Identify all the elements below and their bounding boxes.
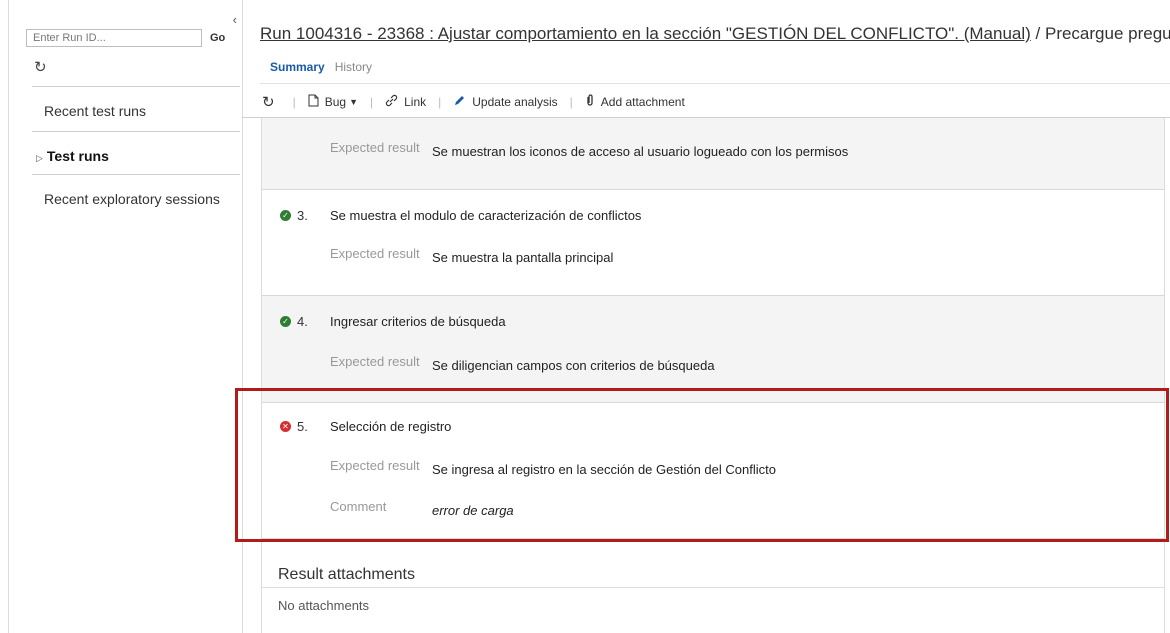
toolbar-separator: | [438, 95, 442, 109]
test-step: Expected result Se muestran los iconos d… [262, 118, 1164, 190]
run-title-link[interactable]: Run 1004316 - 23368 : Ajustar comportami… [260, 24, 1031, 43]
add-attachment-button[interactable]: Add attachment [585, 94, 685, 110]
sidebar-item-label: Recent exploratory sessions [44, 191, 220, 207]
caret-right-icon: ▷ [36, 153, 43, 163]
sidebar-item-recent-exploratory-sessions[interactable]: Recent exploratory sessions [44, 191, 220, 207]
link-button[interactable]: Link [385, 94, 426, 110]
toolbar-separator: | [292, 95, 296, 109]
divider [32, 86, 240, 87]
step-number-text: 4. [297, 314, 308, 329]
toolbar-separator: | [569, 95, 573, 109]
expected-result-label: Expected result [330, 246, 420, 261]
tab-history[interactable]: History [335, 60, 372, 74]
sidebar: ‹ Go ↻ Recent test runs ▷Test runs Recen… [8, 0, 243, 633]
step-number: ✓ 4. [280, 314, 308, 329]
refresh-button[interactable]: ↻ [262, 93, 281, 111]
update-analysis-label: Update analysis [472, 95, 558, 109]
expected-result-label: Expected result [330, 140, 420, 155]
bug-button[interactable]: Bug ▼ [308, 94, 358, 110]
expected-result-value: Se muestra la pantalla principal [432, 250, 614, 265]
test-step: ✓ 3. Se muestra el modulo de caracterizac… [262, 190, 1164, 296]
page-title: Run 1004316 - 23368 : Ajustar comportami… [260, 24, 1170, 44]
toolbar: ↻ | Bug ▼ | Link | Update analysis | Add… [262, 93, 685, 111]
step-number: ✓ 3. [280, 208, 308, 223]
sidebar-item-label: Test runs [46, 148, 109, 164]
link-icon [385, 94, 398, 110]
divider [260, 83, 1170, 84]
run-id-search: Go [26, 28, 240, 48]
sidebar-item-test-runs[interactable]: ▷ Test runs [36, 148, 109, 164]
tab-summary[interactable]: Summary [270, 60, 325, 74]
check-circle-icon: ✓ [280, 210, 291, 221]
step-title: Ingresar criterios de búsqueda [330, 314, 506, 329]
test-step: ✓ 4. Ingresar criterios de búsqueda Expec… [262, 296, 1164, 403]
paperclip-icon [585, 94, 595, 110]
tab-bar: Summary History [270, 60, 372, 74]
expected-result-value: Se diligencian campos con criterios de b… [432, 358, 715, 373]
bug-label: Bug [324, 95, 347, 109]
expected-result-label: Expected result [330, 354, 420, 369]
divider [262, 587, 1164, 588]
document-icon [308, 94, 319, 110]
result-attachments-heading: Result attachments [278, 566, 415, 583]
run-id-input[interactable] [26, 29, 202, 47]
check-circle-icon: ✓ [280, 316, 291, 327]
no-attachments-text: No attachments [278, 598, 370, 613]
add-attachment-label: Add attachment [600, 95, 685, 109]
update-analysis-button[interactable]: Update analysis [453, 94, 558, 110]
chevron-left-icon[interactable]: ‹ [233, 12, 237, 27]
expected-result-value: Se muestran los iconos de acceso al usua… [432, 144, 849, 159]
go-button[interactable]: Go [210, 32, 225, 44]
pencil-icon [453, 94, 466, 110]
sidebar-item-label: Recent test runs [44, 103, 146, 119]
link-label: Link [404, 95, 427, 109]
highlight-box [235, 388, 1169, 542]
toolbar-separator: | [369, 95, 374, 109]
refresh-icon: ↻ [262, 94, 275, 111]
run-title-suffix: / Precargue pregunta 50 [1035, 24, 1170, 43]
step-number-text: 3. [297, 208, 308, 223]
step-title: Se muestra el modulo de caracterización … [330, 208, 642, 223]
test-steps-panel: Expected result Se muestran los iconos d… [261, 118, 1165, 633]
divider [32, 174, 240, 175]
sidebar-item-recent-test-runs[interactable]: Recent test runs [44, 103, 146, 119]
caret-down-icon: ▼ [349, 97, 358, 107]
refresh-icon[interactable]: ↻ [34, 58, 47, 76]
divider [32, 131, 240, 132]
